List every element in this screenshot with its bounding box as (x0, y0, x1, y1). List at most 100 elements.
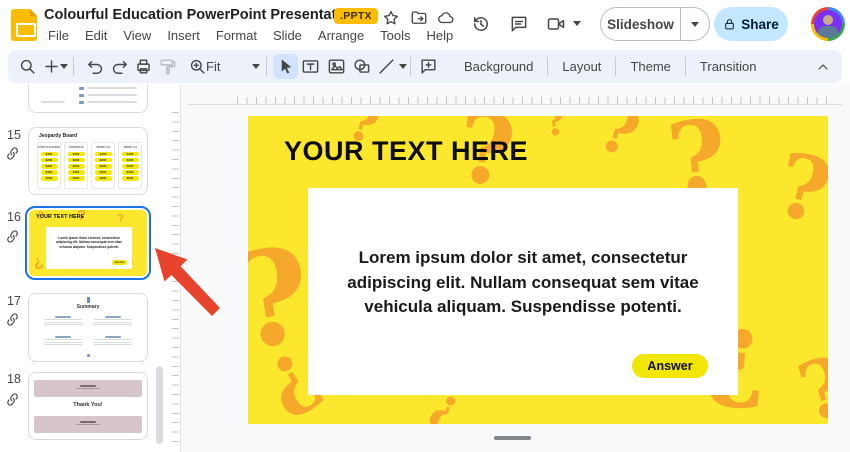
horizontal-ruler-ticks (237, 97, 829, 104)
jeopardy-value-pill: $200 (122, 158, 139, 163)
jeopardy-value-pill: $300 (68, 164, 85, 169)
jeopardy-column: TOPIC #4$100$200$300$400$500 (118, 142, 142, 189)
question-mark-decoration: ? (539, 116, 570, 144)
slide-number-16: 16 (7, 210, 21, 224)
menu-format[interactable]: Format (208, 26, 265, 45)
account-avatar[interactable] (811, 7, 845, 41)
thumb17-title: Summary (29, 304, 147, 310)
jeopardy-value-pill: $400 (41, 170, 58, 175)
question-mark-decoration: ? (591, 116, 646, 168)
thumbnail-slide-15[interactable]: Jeopardy Board POP CULTURE$100$200$300$4… (28, 127, 148, 195)
question-mark-decoration: ? (769, 140, 828, 237)
insert-comment-icon[interactable] (419, 57, 438, 76)
jeopardy-value-pill: $500 (95, 176, 112, 181)
menu-help[interactable]: Help (419, 26, 462, 45)
camera-dropdown-caret-icon[interactable] (573, 21, 581, 26)
lock-icon (723, 18, 736, 31)
insert-shape-icon[interactable] (352, 57, 371, 76)
menu-tools[interactable]: Tools (372, 26, 418, 45)
slide-number-17: 17 (7, 294, 21, 308)
speaker-notes-handle[interactable] (494, 436, 531, 440)
insert-line-icon[interactable] (377, 57, 396, 76)
slideshow-button[interactable]: Slideshow (601, 17, 680, 32)
background-button[interactable]: Background (450, 59, 547, 74)
menu-slide[interactable]: Slide (265, 26, 310, 45)
jeopardy-value-pill: $100 (122, 152, 139, 157)
undo-icon[interactable] (86, 57, 105, 76)
menu-file[interactable]: File (40, 26, 77, 45)
new-slide-caret-icon[interactable] (60, 64, 68, 69)
red-annotation-arrow (140, 230, 270, 350)
select-cursor-icon[interactable] (277, 57, 296, 76)
jeopardy-value-pill: $100 (95, 152, 112, 157)
thumbnail-slide-14[interactable] (28, 84, 148, 113)
version-history-icon[interactable] (471, 14, 491, 34)
jeopardy-value-pill: $400 (95, 170, 112, 175)
document-title[interactable]: Colourful Education PowerPoint Presentat… (44, 7, 358, 23)
new-slide-icon[interactable] (42, 57, 61, 76)
move-folder-icon[interactable] (410, 9, 428, 27)
slide-card[interactable]: Lorem ipsum dolor sit amet, consectetur … (308, 188, 738, 395)
zoom-in-icon[interactable] (188, 57, 207, 76)
slideshow-dropdown[interactable] (681, 22, 709, 27)
jeopardy-value-pill: $400 (68, 170, 85, 175)
zoom-select[interactable]: Fit (206, 59, 220, 74)
thumbnail-slide-17[interactable]: Summary (28, 293, 148, 362)
share-button[interactable]: Share (714, 7, 788, 41)
slideshow-split-button[interactable]: Slideshow (600, 7, 710, 41)
thumb16-body: Lorem ipsum dolor sit amet, consectetur … (54, 236, 124, 249)
jeopardy-column: TOPIC #3$100$200$300$400$500 (91, 142, 115, 189)
jeopardy-value-pill: $300 (122, 164, 139, 169)
search-menus-icon[interactable] (18, 57, 37, 76)
menu-edit[interactable]: Edit (77, 26, 115, 45)
redo-icon[interactable] (110, 57, 129, 76)
toolbar-divider (73, 57, 74, 76)
insert-image-icon[interactable] (327, 57, 346, 76)
menu-arrange[interactable]: Arrange (310, 26, 372, 45)
jeopardy-value-pill: $200 (41, 158, 58, 163)
thumb16-answer-pill: Answer (112, 260, 127, 265)
horizontal-ruler (188, 104, 842, 105)
toolbar-text-buttons: BackgroundLayoutThemeTransition (450, 50, 771, 83)
thumbnail-slide-16-selected[interactable]: ????? YOUR TEXT HERE Lorem ipsum dolor s… (25, 206, 151, 280)
text-box-icon[interactable] (301, 57, 320, 76)
slide-number-15: 15 (7, 128, 21, 142)
paint-format-icon[interactable] (158, 57, 177, 76)
zoom-caret-icon[interactable] (252, 64, 260, 69)
meet-camera-icon[interactable] (546, 14, 566, 34)
collapse-toolbar-icon[interactable] (815, 59, 831, 75)
menu-insert[interactable]: Insert (159, 26, 208, 45)
jeopardy-value-pill: $200 (95, 158, 112, 163)
line-caret-icon[interactable] (399, 64, 407, 69)
jeopardy-value-pill: $300 (95, 164, 112, 169)
slide-body-text[interactable]: Lorem ipsum dolor sit amet, consectetur … (323, 246, 723, 320)
jeopardy-value-pill: $300 (41, 164, 58, 169)
filmstrip-scrollbar[interactable] (156, 366, 163, 444)
jeopardy-value-pill: $100 (41, 152, 58, 157)
transition-button[interactable]: Transition (686, 59, 771, 74)
slide-editor[interactable]: ??????????? YOUR TEXT HERE Lorem ipsum d… (248, 116, 828, 424)
print-icon[interactable] (134, 57, 153, 76)
thumbnail-slide-18[interactable]: Thank You! (28, 372, 148, 440)
toolbar-divider (410, 57, 411, 76)
slide-title[interactable]: YOUR TEXT HERE (284, 136, 528, 167)
jeopardy-column: CAPITALS$100$200$300$400$500 (64, 142, 88, 189)
menu-view[interactable]: View (115, 26, 159, 45)
jeopardy-value-pill: $500 (122, 176, 139, 181)
thumb15-title: Jeopardy Board (39, 133, 77, 139)
layout-button[interactable]: Layout (548, 59, 615, 74)
jeopardy-value-pill: $400 (122, 170, 139, 175)
slides-logo-icon[interactable] (11, 9, 37, 41)
jeopardy-value-pill: $500 (68, 176, 85, 181)
google-slides-app: Colourful Education PowerPoint Presentat… (0, 0, 850, 452)
link-icon (4, 228, 21, 245)
cloud-saved-icon[interactable] (437, 9, 455, 27)
star-icon[interactable] (382, 9, 400, 27)
avatar-photo (814, 10, 842, 38)
theme-button[interactable]: Theme (616, 59, 684, 74)
answer-button[interactable]: Answer (632, 354, 708, 378)
comments-icon[interactable] (509, 14, 529, 34)
link-icon (4, 311, 21, 328)
thumb18-title: Thank You! (29, 402, 147, 408)
question-mark-decoration: ? (31, 253, 45, 271)
